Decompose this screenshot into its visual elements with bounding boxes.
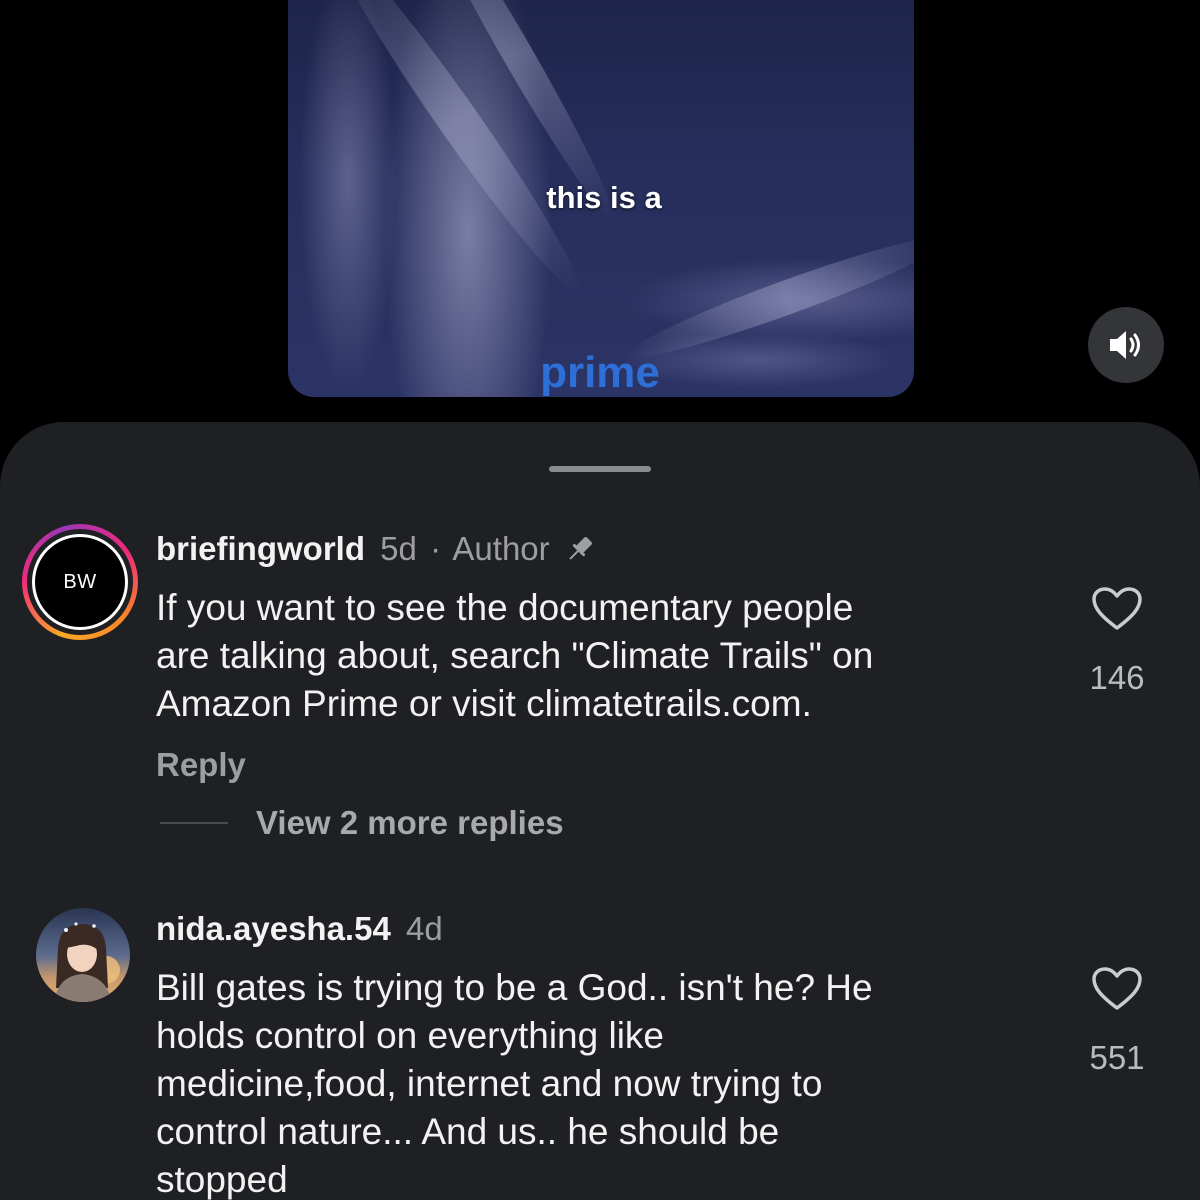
pin-icon — [569, 537, 592, 560]
separator: · — [430, 530, 442, 567]
reel-comments-screen: this is a prime BW briefingworld 5d · Au… — [0, 0, 1200, 1200]
speaker-on-icon — [1110, 331, 1140, 359]
divider — [160, 822, 228, 824]
comment-text: If you want to see the documentary peopl… — [156, 587, 874, 724]
comment-text: Bill gates is trying to be a God.. isn't… — [156, 967, 873, 1200]
like-button[interactable]: 551 — [1077, 966, 1157, 1077]
heart-icon — [1092, 967, 1142, 1010]
sheet-drag-handle[interactable] — [549, 466, 651, 472]
like-count: 146 — [1089, 659, 1145, 696]
video-preview[interactable]: this is a prime — [288, 0, 914, 397]
like-count: 551 — [1089, 1039, 1145, 1076]
avatar-story-ring[interactable]: BW — [22, 524, 138, 640]
comment-header: briefingworld 5d · Author — [156, 530, 597, 568]
comment-time: 5d — [380, 530, 417, 567]
avatar: BW — [32, 534, 128, 630]
comment-username[interactable]: briefingworld — [156, 530, 365, 567]
comments-sheet: BW briefingworld 5d · Author If you want… — [0, 422, 1200, 1200]
video-caption: this is a — [546, 180, 662, 215]
like-button[interactable]: 146 — [1077, 586, 1157, 697]
view-more-replies-button[interactable]: View 2 more replies — [256, 804, 564, 842]
avatar-initials: BW — [63, 570, 97, 593]
heart-icon — [1092, 587, 1142, 630]
avatar[interactable] — [36, 908, 130, 1002]
avatar-illustration — [54, 922, 120, 1002]
video-caption-highlight: prime — [540, 348, 660, 397]
sound-toggle-button[interactable] — [1088, 307, 1164, 383]
author-badge: Author — [452, 530, 550, 567]
comment-header: nida.ayesha.54 4d — [156, 910, 443, 948]
reply-button[interactable]: Reply — [156, 746, 246, 784]
comment-username[interactable]: nida.ayesha.54 — [156, 910, 391, 947]
cloud-streak — [321, 0, 595, 304]
comment-time: 4d — [405, 910, 443, 947]
